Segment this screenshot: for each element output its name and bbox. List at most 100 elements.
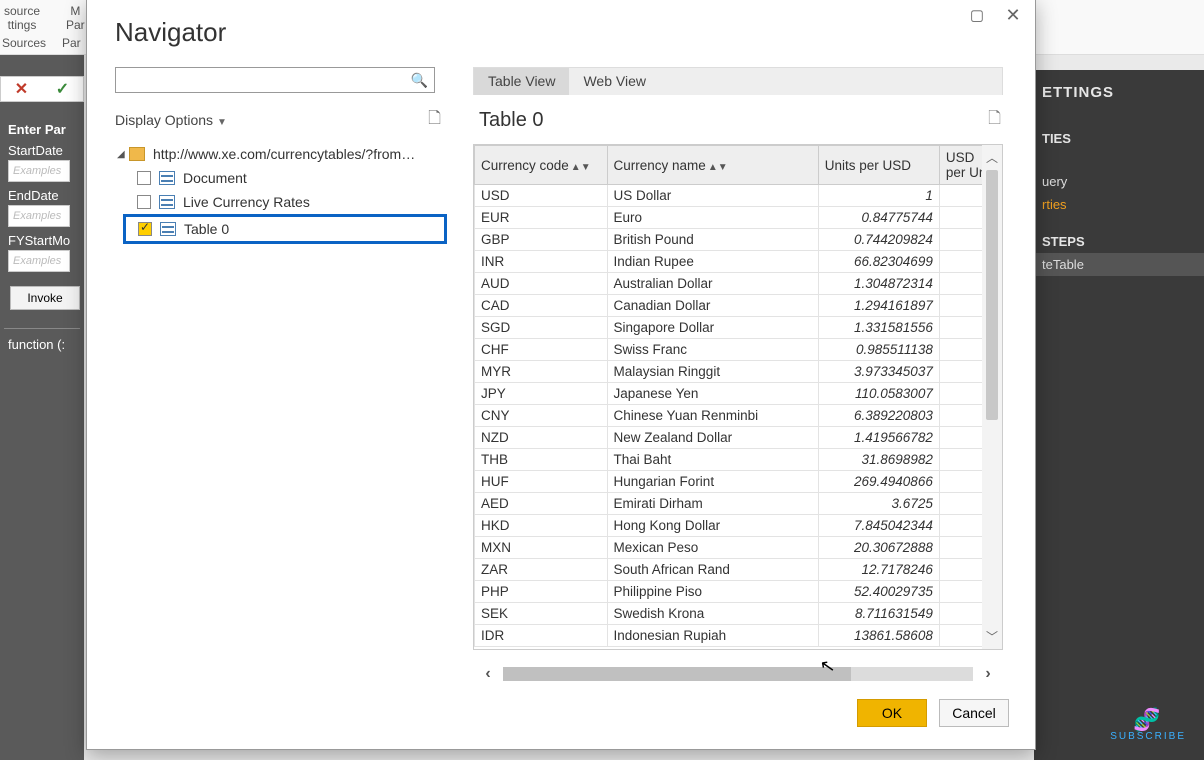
query-settings-pane: ETTINGS TIES uery rties STEPS teTable: [1034, 70, 1204, 760]
checkbox[interactable]: [137, 195, 151, 209]
query-name: uery: [1034, 170, 1204, 193]
separator: [4, 328, 80, 329]
scroll-right-icon[interactable]: ›: [973, 665, 1003, 683]
tab-web-view[interactable]: Web View: [569, 68, 660, 95]
cancel-formula-icon[interactable]: ✕: [15, 79, 28, 99]
cell-currency-name: Indonesian Rupiah: [607, 625, 818, 647]
dialog-title: Navigator: [115, 17, 226, 48]
fystart-input[interactable]: Examples: [8, 250, 70, 272]
cell-units: 3.6725: [818, 493, 939, 515]
startdate-input[interactable]: Examples: [8, 160, 70, 182]
dna-icon: 🧬: [1110, 709, 1186, 731]
table-row[interactable]: HKDHong Kong Dollar7.8450423440.: [475, 515, 1002, 537]
tree-item-live-currency-rates[interactable]: Live Currency Rates: [115, 190, 441, 214]
ribbon-par2: Par: [62, 36, 81, 50]
properties-header: TIES: [1034, 127, 1204, 150]
scroll-up-icon[interactable]: ︿: [982, 145, 1002, 170]
ok-button[interactable]: OK: [857, 699, 927, 727]
cell-currency-code: CNY: [475, 405, 608, 427]
cell-units: 20.30672888: [818, 537, 939, 559]
checkbox[interactable]: [137, 171, 151, 185]
column-header-currency-name[interactable]: Currency name▲▼: [607, 146, 818, 185]
search-icon: 🔍: [411, 72, 428, 89]
cell-units: 12.7178246: [818, 559, 939, 581]
table-row[interactable]: MYRMalaysian Ringgit3.9733450370.: [475, 361, 1002, 383]
checkbox[interactable]: [138, 222, 152, 236]
table-row[interactable]: CADCanadian Dollar1.2941618970.: [475, 295, 1002, 317]
table-row[interactable]: GBPBritish Pound0.7442098241.: [475, 229, 1002, 251]
cell-currency-code: JPY: [475, 383, 608, 405]
dialog-titlebar: ▢ ✕: [87, 0, 1035, 47]
vertical-scrollbar[interactable]: ︿ ﹀: [982, 145, 1002, 649]
cell-currency-code: AUD: [475, 273, 608, 295]
tab-table-view[interactable]: Table View: [474, 68, 569, 95]
tree-item-document[interactable]: Document: [115, 166, 441, 190]
cell-currency-code: IDR: [475, 625, 608, 647]
export-icon[interactable]: 🗋: [988, 107, 1001, 134]
cell-currency-name: Indian Rupee: [607, 251, 818, 273]
cell-currency-name: Australian Dollar: [607, 273, 818, 295]
settings-header: ETTINGS: [1034, 78, 1204, 107]
scroll-left-icon[interactable]: ‹: [473, 665, 503, 683]
ribbon-source-label: sourcettings: [4, 4, 40, 32]
table-row[interactable]: THBThai Baht31.86989820.: [475, 449, 1002, 471]
display-options-dropdown[interactable]: Display Options▼: [115, 112, 227, 130]
preview-title: Table 0: [479, 109, 544, 132]
maximize-button[interactable]: ▢: [963, 3, 991, 27]
cell-currency-code: THB: [475, 449, 608, 471]
cell-currency-name: Philippine Piso: [607, 581, 818, 603]
table-row[interactable]: NZDNew Zealand Dollar1.4195667820.: [475, 427, 1002, 449]
cell-currency-name: Canadian Dollar: [607, 295, 818, 317]
cell-currency-code: MXN: [475, 537, 608, 559]
table-row[interactable]: CHFSwiss Franc0.9855111381.: [475, 339, 1002, 361]
table-row[interactable]: INRIndian Rupee66.823046990.: [475, 251, 1002, 273]
table-row[interactable]: HUFHungarian Forint269.49408660.: [475, 471, 1002, 493]
refresh-icon[interactable]: 🗋: [428, 107, 441, 134]
tree-root-url[interactable]: ◢ http://www.xe.com/currencytables/?from…: [115, 142, 441, 166]
all-properties-link[interactable]: rties: [1034, 193, 1204, 216]
table-row[interactable]: CNYChinese Yuan Renminbi6.3892208030.: [475, 405, 1002, 427]
accept-formula-icon[interactable]: ✓: [56, 79, 69, 99]
subscribe-watermark: 🧬 SUBSCRIBE: [1110, 709, 1186, 742]
function-signature: function (:: [8, 337, 80, 352]
enddate-input[interactable]: Examples: [8, 205, 70, 227]
scroll-down-icon[interactable]: ﹀: [982, 624, 1002, 649]
table-row[interactable]: IDRIndonesian Rupiah13861.58608: [475, 625, 1002, 647]
horizontal-scrollbar[interactable]: ‹ ›: [473, 662, 1003, 686]
applied-step-item[interactable]: teTable: [1034, 253, 1204, 276]
cancel-button[interactable]: Cancel: [939, 699, 1009, 727]
table-row[interactable]: SEKSwedish Krona8.711631549: [475, 603, 1002, 625]
table-row[interactable]: AUDAustralian Dollar1.3048723140.: [475, 273, 1002, 295]
scroll-thumb[interactable]: [986, 170, 998, 420]
enter-parameters-label: Enter Par: [8, 122, 80, 137]
cell-currency-name: Hong Kong Dollar: [607, 515, 818, 537]
h-scroll-thumb[interactable]: [503, 667, 851, 681]
cell-currency-code: HUF: [475, 471, 608, 493]
table-row[interactable]: PHPPhilippine Piso52.400297350.: [475, 581, 1002, 603]
table-icon: [159, 171, 175, 185]
cell-currency-name: New Zealand Dollar: [607, 427, 818, 449]
tree-item-label: Table 0: [184, 221, 229, 237]
cell-currency-code: GBP: [475, 229, 608, 251]
cell-currency-code: PHP: [475, 581, 608, 603]
tree-item-table-0[interactable]: Table 0: [123, 214, 447, 244]
search-input[interactable]: 🔍: [115, 67, 435, 93]
folder-icon: [129, 147, 145, 161]
column-header-currency-code[interactable]: Currency code▲▼: [475, 146, 608, 185]
table-row[interactable]: EUREuro0.847757441.: [475, 207, 1002, 229]
table-row[interactable]: ZARSouth African Rand12.7178246: [475, 559, 1002, 581]
cell-currency-name: British Pound: [607, 229, 818, 251]
table-row[interactable]: SGDSingapore Dollar1.3315815560.: [475, 317, 1002, 339]
table-row[interactable]: MXNMexican Peso20.306728880.: [475, 537, 1002, 559]
invoke-button[interactable]: Invoke: [10, 286, 80, 310]
table-row[interactable]: AEDEmirati Dirham3.67250.: [475, 493, 1002, 515]
close-button[interactable]: ✕: [999, 3, 1027, 27]
cell-currency-code: SEK: [475, 603, 608, 625]
column-header-units-per-usd[interactable]: Units per USD: [818, 146, 939, 185]
cell-currency-code: ZAR: [475, 559, 608, 581]
collapse-icon[interactable]: ◢: [117, 149, 129, 160]
navigator-tree: ◢ http://www.xe.com/currencytables/?from…: [115, 142, 441, 244]
table-row[interactable]: JPYJapanese Yen110.05830070.: [475, 383, 1002, 405]
preview-tabs: Table View Web View: [473, 67, 1003, 95]
table-row[interactable]: USDUS Dollar1: [475, 185, 1002, 207]
